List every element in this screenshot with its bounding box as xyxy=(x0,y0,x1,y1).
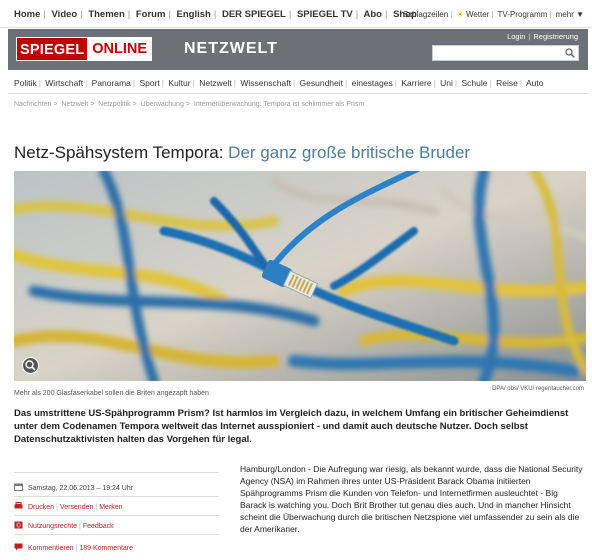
article-lead: Das umstrittene US-Spähprogramm Prism? I… xyxy=(14,408,569,445)
print-link[interactable]: Drucken xyxy=(28,504,54,511)
topnav-home[interactable]: Home xyxy=(14,9,40,20)
headline-title: Der ganz große britische Bruder xyxy=(228,143,471,162)
topnav-video[interactable]: Video xyxy=(52,9,78,20)
meta-divider xyxy=(14,472,219,473)
topnav-themen[interactable]: Themen xyxy=(88,9,124,20)
topnav-abo[interactable]: Abo xyxy=(364,9,382,20)
logo-spiegel: SPIEGEL xyxy=(16,37,88,61)
rights-icon: © xyxy=(14,521,23,529)
article-date-row: Samstag, 22.06.2013 – 19:24 Uhr xyxy=(14,483,133,492)
image-caption: Mehr als 200 Glasfaserkabel sollen die B… xyxy=(14,390,209,397)
bookmark-link[interactable]: Merken xyxy=(99,504,122,511)
meta-divider xyxy=(14,496,219,497)
util-tv-programm[interactable]: TV-Programm xyxy=(498,10,548,19)
breadcrumb-current: Internetüberwachung: Tempora ist schlimm… xyxy=(193,101,365,108)
section-title[interactable]: NETZWELT xyxy=(184,40,278,58)
cat-wissenschaft[interactable]: Wissenschaft xyxy=(240,78,291,88)
cat-einestages[interactable]: einestages xyxy=(352,78,393,88)
cat-panorama[interactable]: Panorama xyxy=(92,78,131,88)
meta-divider xyxy=(14,534,219,535)
breadcrumb: Nachrichten > Netzwelt > Netzpolitik > Über… xyxy=(14,101,365,108)
topnav-der-spiegel[interactable]: DER SPIEGEL xyxy=(222,9,286,20)
utility-nav: Schlagzeilen | ☀ Wetter | TV-Programm | meh… xyxy=(402,10,584,19)
cat-kultur[interactable]: Kultur xyxy=(168,78,190,88)
util-wetter[interactable]: Wetter xyxy=(466,10,489,19)
network-cables-photo xyxy=(14,171,586,381)
util-schlagzeilen[interactable]: Schlagzeilen xyxy=(403,10,448,19)
cat-uni[interactable]: Uni xyxy=(440,78,453,88)
site-logo[interactable]: SPIEGEL ONLINE xyxy=(16,37,153,61)
calendar-icon xyxy=(14,483,23,491)
feedback-link[interactable]: Feedback xyxy=(83,523,114,530)
cat-wirtschaft[interactable]: Wirtschaft xyxy=(45,78,83,88)
article-body: Hamburg/London - Die Aufregung war riesi… xyxy=(240,464,583,534)
breadcrumb-nachrichten[interactable]: Nachrichten xyxy=(14,101,51,108)
article-comments-row: Kommentieren | 189 Kommentare xyxy=(14,543,133,552)
article-date: Samstag, 22.06.2013 – 19:24 Uhr xyxy=(28,485,134,492)
cat-karriere[interactable]: Karriere xyxy=(401,78,431,88)
cat-auto[interactable]: Auto xyxy=(526,78,544,88)
hero-image[interactable] xyxy=(14,171,586,381)
breadcrumb-netzpolitik[interactable]: Netzpolitik xyxy=(98,101,130,108)
login-link[interactable]: Login xyxy=(507,32,525,41)
login-links: Login | Registrierung xyxy=(507,32,578,41)
cat-sport[interactable]: Sport xyxy=(139,78,159,88)
util-mehr[interactable]: mehr ▼ xyxy=(556,10,584,19)
search-input[interactable] xyxy=(432,45,579,61)
comment-link[interactable]: Kommentieren xyxy=(28,545,74,552)
topnav-english[interactable]: English xyxy=(177,9,211,20)
article-rights-row: © Nutzungsrechte | Feedback xyxy=(14,521,114,530)
top-bar: Home | Video | Themen | Forum | English | DER… xyxy=(0,0,592,28)
article-actions-row: Drucken | Versenden | Merken xyxy=(14,502,123,511)
register-link[interactable]: Registrierung xyxy=(533,32,578,41)
weather-icon: ☀ xyxy=(456,10,464,19)
send-link[interactable]: Versenden xyxy=(60,504,93,511)
rights-link[interactable]: Nutzungsrechte xyxy=(28,523,77,530)
comment-icon xyxy=(14,543,23,551)
topnav-spiegel-tv[interactable]: SPIEGEL TV xyxy=(297,9,353,20)
cat-netzwelt[interactable]: Netzwelt xyxy=(199,78,232,88)
cat-reise[interactable]: Reise xyxy=(496,78,518,88)
cat-schule[interactable]: Schule xyxy=(462,78,488,88)
article-headline: Netz-Spähsystem Tempora: Der ganz große … xyxy=(14,143,470,163)
category-nav: Politik | Wirtschaft | Panorama | Sport | Ku… xyxy=(14,78,544,88)
search-icon[interactable] xyxy=(565,48,575,58)
topnav-forum[interactable]: Forum xyxy=(136,9,166,20)
headline-kicker: Netz-Spähsystem Tempora: xyxy=(14,143,224,162)
top-nav: Home | Video | Themen | Forum | English | DER… xyxy=(14,9,417,20)
logo-online: ONLINE xyxy=(87,37,153,61)
cat-politik[interactable]: Politik xyxy=(14,78,37,88)
svg-text:©: © xyxy=(16,523,21,530)
breadcrumb-netzwelt[interactable]: Netzwelt xyxy=(61,101,88,108)
print-icon xyxy=(14,502,23,509)
cat-gesundheit[interactable]: Gesundheit xyxy=(300,78,343,88)
meta-divider xyxy=(14,515,219,516)
nav-divider xyxy=(8,93,588,94)
image-credit: DPA/ obs/ VKU/ regentaucher.com xyxy=(492,386,584,392)
site-header: SPIEGEL ONLINE NETZWELT Login | Registrier… xyxy=(8,29,588,70)
comments-count-link[interactable]: 189 Kommentare xyxy=(79,545,133,552)
breadcrumb-ueberwachung[interactable]: Überwachung xyxy=(141,101,184,108)
zoom-icon[interactable] xyxy=(22,357,39,374)
